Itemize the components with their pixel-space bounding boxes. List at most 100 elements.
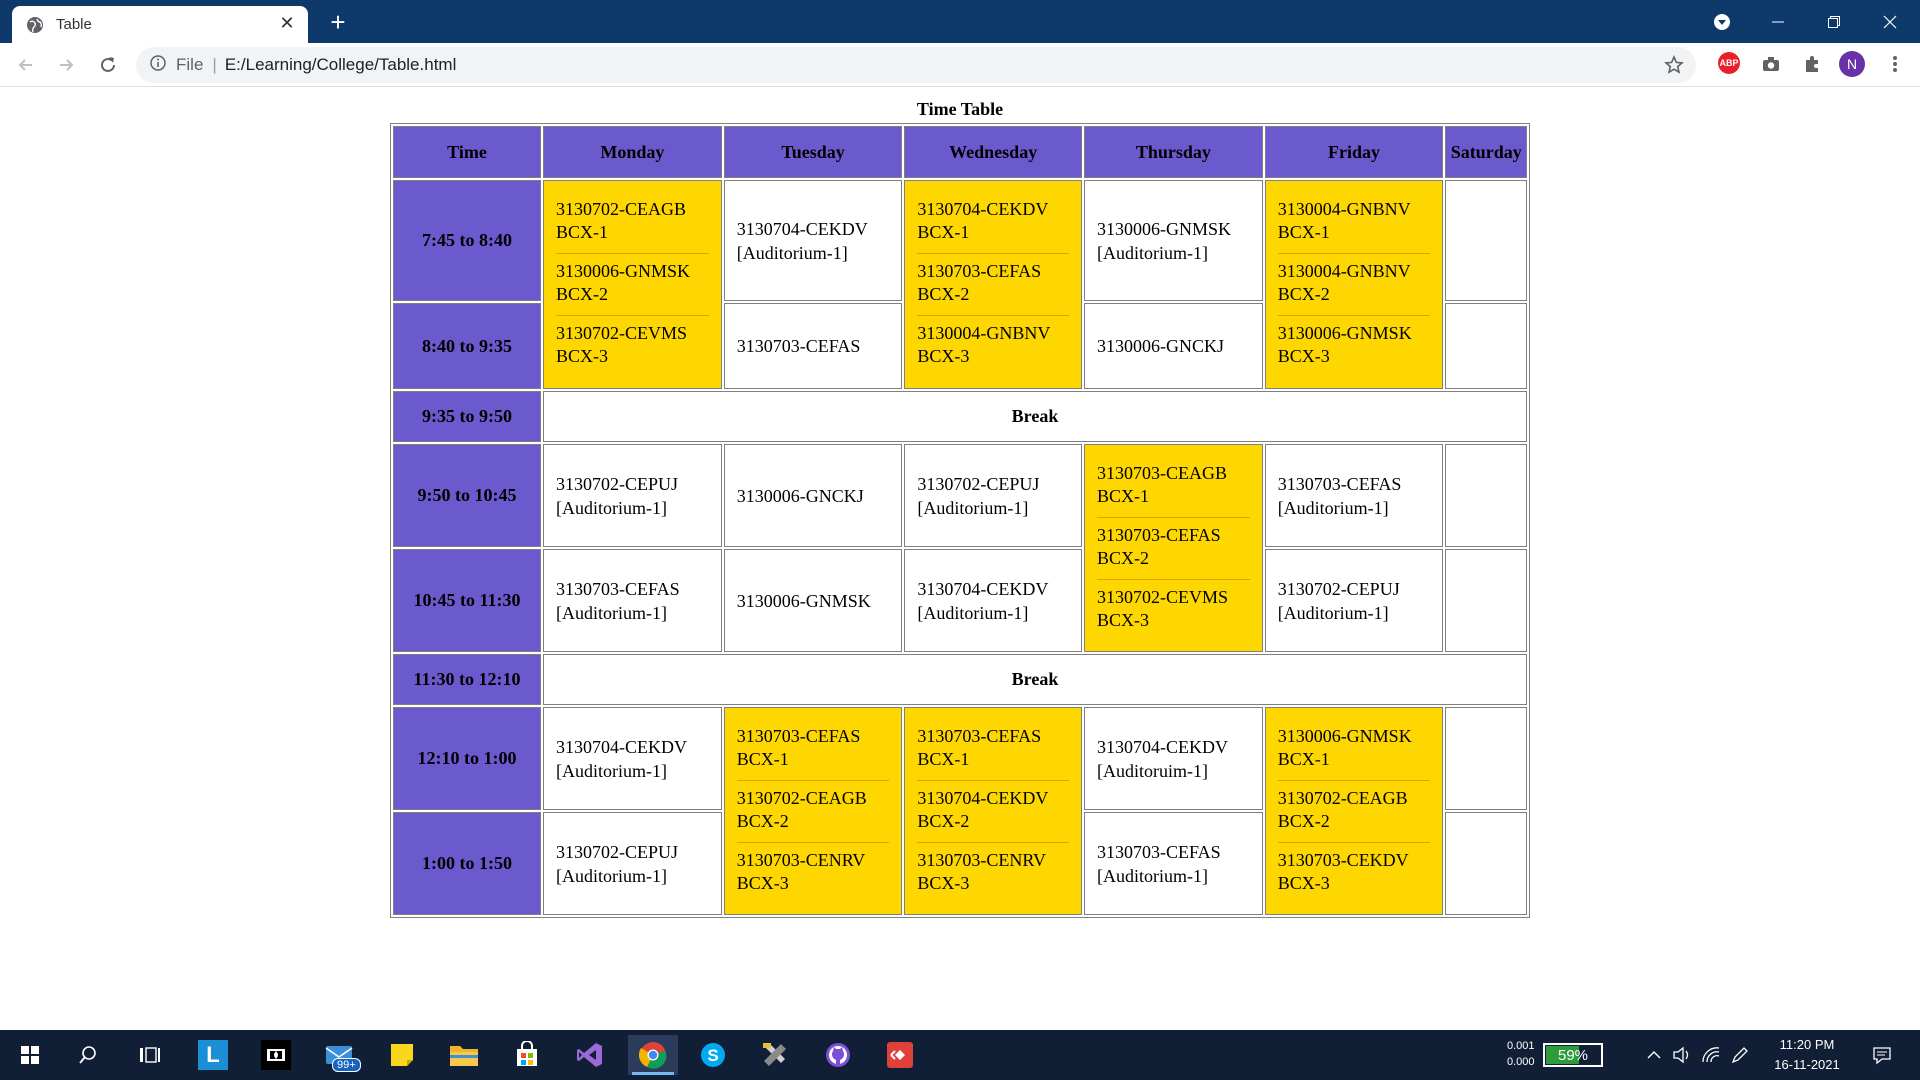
table-row: 12:10 to 1:00 3130704-CEKDV [Auditorium-1… — [393, 707, 1527, 915]
launcher-app-icon[interactable]: L — [193, 1035, 233, 1075]
battery-indicator[interactable]: 59% — [1543, 1043, 1603, 1067]
notification-center-icon[interactable] — [1862, 1035, 1902, 1075]
file-scheme-label: File — [176, 55, 204, 74]
profile-dropdown-icon[interactable] — [1700, 0, 1744, 43]
friday-batch-cell: 3130004-GNBNV BCX-1 3130004-GNBNV BCX-2 31… — [1264, 180, 1444, 389]
adblock-icon[interactable]: ABP — [1718, 52, 1740, 74]
forward-button[interactable] — [50, 49, 82, 81]
wednesday-batch-cell: 3130704-CEKDV BCX-1 3130703-CEFAS BCX-2 31… — [904, 180, 1082, 389]
timetable: Time Monday Tuesday Wednesday Thursday F… — [390, 123, 1530, 918]
batch-entry: 3130703-CEFAS BCX-1 — [917, 719, 1069, 781]
table-row: 7:45 to 8:40 3130702-CEAGB BCX-1 3130006-… — [393, 180, 1527, 389]
table-row: 10:45 to 11:30 3130703-CEFAS [Auditorium-… — [393, 549, 1527, 652]
empty-cell — [1445, 180, 1527, 301]
empty-cell — [1445, 303, 1527, 389]
tools-app-icon[interactable] — [755, 1035, 795, 1075]
header-row: Time Monday Tuesday Wednesday Thursday F… — [393, 126, 1527, 178]
time-cell: 8:40 to 9:35 — [393, 303, 541, 389]
table-row: 11:30 to 12:10 Break — [393, 654, 1527, 705]
microsoft-store-icon[interactable] — [507, 1035, 547, 1075]
batch-entry: 3130702-CEVMS BCX-3 — [1096, 586, 1228, 630]
chrome-taskbar-icon[interactable] — [628, 1035, 678, 1075]
search-icon[interactable] — [68, 1035, 108, 1075]
visual-studio-icon[interactable] — [570, 1035, 610, 1075]
time-cell: 9:50 to 10:45 — [393, 444, 541, 547]
header-thursday: Thursday — [1083, 126, 1263, 178]
class-cell: 3130703-CEFAS [Auditorium-1] — [543, 549, 722, 652]
close-window-button[interactable] — [1868, 0, 1912, 43]
batch-entry: 3130006-GNMSK BCX-3 — [1277, 323, 1412, 366]
info-icon[interactable] — [150, 54, 166, 76]
reload-button[interactable] — [92, 49, 124, 81]
volume-icon[interactable] — [1668, 1035, 1696, 1075]
batch-entry: 3130703-CENRV BCX-3 — [736, 849, 866, 893]
class-cell: 3130702-CEPUJ [Auditorium-1] — [543, 444, 722, 547]
clock-date[interactable]: 16-11-2021 — [1770, 1057, 1844, 1072]
class-cell: 3130704-CEKDV [Auditorium-1] — [543, 707, 722, 810]
camera-icon[interactable] — [1758, 51, 1784, 77]
class-cell: 3130703-CEFAS — [723, 303, 903, 389]
batch-entry: 3130703-CEAGB BCX-1 — [1096, 456, 1250, 518]
windows-start-icon[interactable] — [10, 1035, 50, 1075]
empty-cell — [1445, 549, 1527, 652]
header-saturday: Saturday — [1445, 126, 1527, 178]
time-cell: 12:10 to 1:00 — [393, 707, 541, 810]
clock-time[interactable]: 11:20 PM — [1776, 1037, 1838, 1052]
batch-entry: 3130703-CENRV BCX-3 — [917, 849, 1046, 893]
close-tab-icon[interactable]: ✕ — [276, 12, 298, 34]
url-text[interactable]: E:/Learning/College/Table.html — [225, 55, 457, 75]
github-icon[interactable] — [818, 1035, 858, 1075]
new-tab-button[interactable]: + — [322, 6, 354, 38]
header-monday: Monday — [543, 126, 722, 178]
bookmark-star-icon[interactable] — [1662, 53, 1686, 77]
class-cell: 3130006-GNCKJ — [1083, 303, 1263, 389]
batch-entry: 3130004-GNBNV BCX-2 — [1277, 254, 1431, 316]
skype-icon[interactable]: S — [693, 1035, 733, 1075]
class-cell: 3130006-GNMSK [Auditorium-1] — [1083, 180, 1263, 301]
minimize-button[interactable] — [1756, 0, 1800, 43]
net-down-speed: 0.000 — [1507, 1056, 1535, 1068]
file-explorer-icon[interactable] — [444, 1035, 484, 1075]
time-cell: 10:45 to 11:30 — [393, 549, 541, 652]
menu-kebab-icon[interactable] — [1882, 51, 1908, 77]
class-cell: 3130704-CEKDV [Auditorium-1] — [904, 549, 1082, 652]
task-view-icon[interactable] — [130, 1035, 170, 1075]
extensions-puzzle-icon[interactable] — [1799, 51, 1825, 77]
tab-title: Table — [56, 16, 92, 33]
net-up-speed: 0.001 — [1507, 1040, 1535, 1052]
class-cell: 3130006-GNCKJ — [723, 444, 903, 547]
table-row: 9:35 to 9:50 Break — [393, 391, 1527, 442]
profile-avatar[interactable]: N — [1839, 51, 1865, 77]
batch-entry: 3130702-CEAGB BCX-1 — [556, 192, 709, 254]
mail-icon[interactable]: 99+ — [320, 1035, 361, 1075]
chevron-up-icon[interactable] — [1640, 1035, 1668, 1075]
class-cell: 3130006-GNMSK — [723, 549, 903, 652]
batch-entry: 3130704-CEKDV BCX-2 — [917, 781, 1069, 843]
browser-titlebar: Table ✕ + — [0, 0, 1920, 43]
omnibox-divider: | — [212, 55, 217, 74]
dolby-app-icon[interactable] — [256, 1035, 296, 1075]
class-cell: 3130703-CEFAS [Auditorium-1] — [1083, 812, 1263, 915]
batch-entry: 3130702-CEAGB BCX-2 — [1277, 781, 1431, 843]
address-bar[interactable]: File | E:/Learning/College/Table.html — [136, 47, 1696, 83]
empty-cell — [1445, 444, 1527, 547]
git-app-icon[interactable] — [880, 1035, 920, 1075]
class-cell: 3130704-CEKDV [Auditorium-1] — [723, 180, 903, 301]
class-cell: 3130702-CEPUJ [Auditorium-1] — [1264, 549, 1444, 652]
sticky-notes-icon[interactable] — [382, 1035, 422, 1075]
restore-button[interactable] — [1812, 0, 1856, 43]
batch-entry: 3130704-CEKDV BCX-1 — [917, 192, 1069, 254]
friday-batch-cell: 3130006-GNMSK BCX-1 3130702-CEAGB BCX-2 31… — [1264, 707, 1444, 915]
wednesday-batch-cell: 3130703-CEFAS BCX-1 3130704-CEKDV BCX-2 31… — [904, 707, 1082, 915]
class-cell: 3130704-CEKDV [Auditoruim-1] — [1083, 707, 1263, 810]
batch-entry: 3130702-CEVMS BCX-3 — [556, 323, 688, 366]
pen-icon[interactable] — [1726, 1035, 1754, 1075]
browser-tab[interactable]: Table ✕ — [12, 6, 308, 43]
tuesday-batch-cell: 3130703-CEFAS BCX-1 3130702-CEAGB BCX-2 31… — [723, 707, 903, 915]
batch-entry: 3130703-CEKDV BCX-3 — [1277, 849, 1409, 893]
monday-batch-cell: 3130702-CEAGB BCX-1 3130006-GNMSK BCX-2 31… — [543, 180, 722, 389]
mail-badge: 99+ — [332, 1058, 361, 1072]
wifi-icon[interactable] — [1697, 1035, 1725, 1075]
globe-icon — [26, 16, 44, 34]
back-button[interactable] — [10, 49, 42, 81]
